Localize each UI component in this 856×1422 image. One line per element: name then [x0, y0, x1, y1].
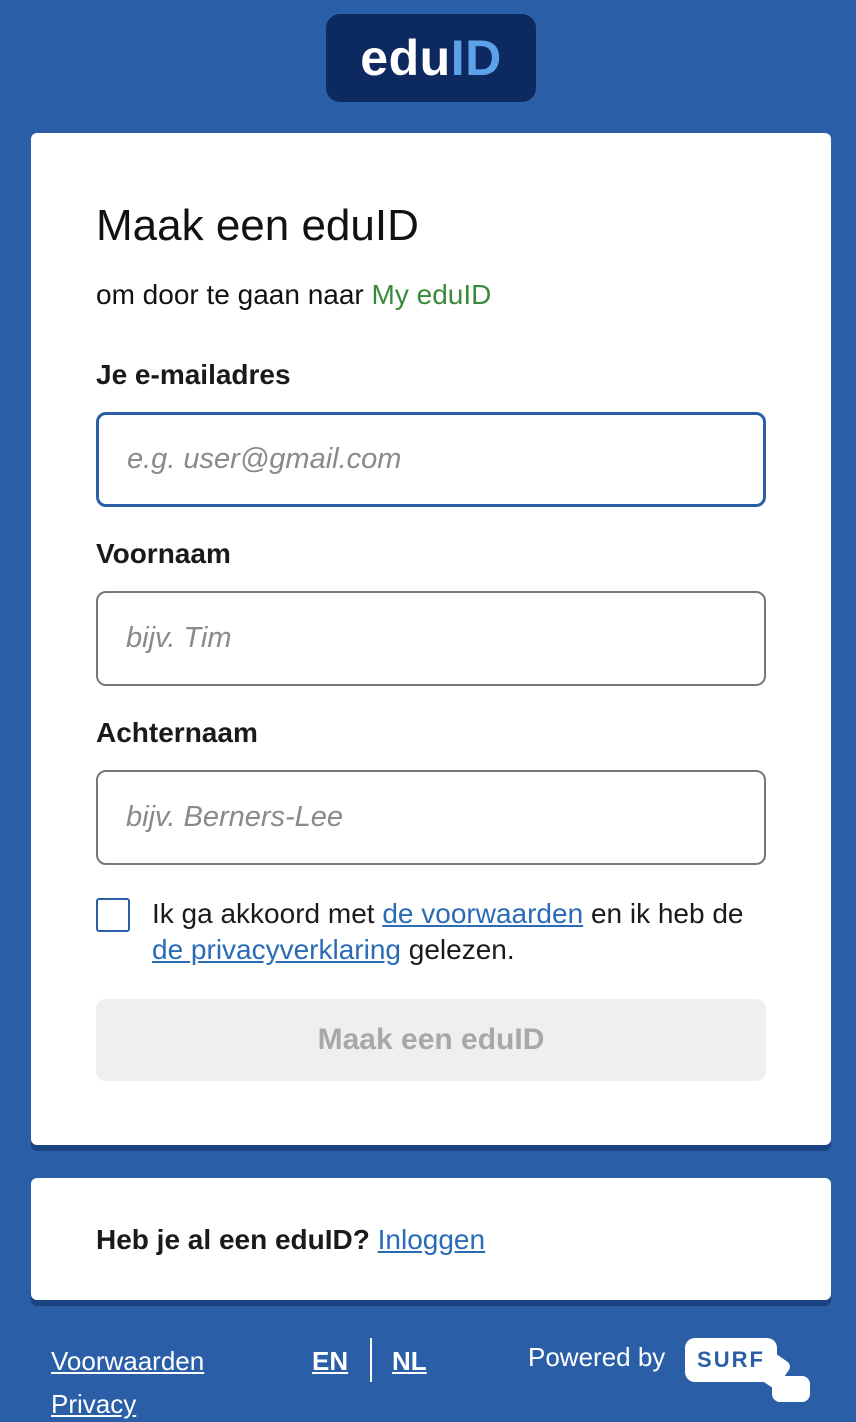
surf-logo-tail [772, 1376, 810, 1402]
page-subtitle: om door te gaan naar My eduID [96, 279, 491, 311]
eduid-logo: edu ID [326, 14, 536, 102]
login-link[interactable]: Inloggen [378, 1224, 485, 1255]
footer-privacy-link[interactable]: Privacy [51, 1389, 136, 1420]
consent-text-2: en ik heb de [590, 898, 744, 929]
logo-edu-text: edu [360, 30, 451, 86]
login-card: Heb je al een eduID? Inloggen [31, 1178, 831, 1300]
language-nl-link[interactable]: NL [392, 1346, 427, 1377]
lastname-label: Achternaam [96, 717, 258, 748]
email-label: Je e-mailadres [96, 359, 291, 390]
logo-id-text: ID [450, 30, 502, 86]
login-prompt: Heb je al een eduID? Inloggen [96, 1224, 485, 1256]
signup-card: Maak een eduID om door te gaan naar My e… [31, 133, 831, 1145]
firstname-field[interactable] [96, 591, 766, 686]
subtitle-prefix: om door te gaan naar [96, 279, 364, 310]
login-prompt-text: Heb je al een eduID? [96, 1224, 370, 1255]
footer-terms-link[interactable]: Voorwaarden [51, 1346, 204, 1377]
page-title: Maak een eduID [96, 201, 419, 250]
consent-text: Ik ga akkoord met de voorwaarden en ik h… [152, 896, 772, 968]
powered-by-text: Powered by [528, 1342, 666, 1372]
consent-text-3: gelezen. [408, 934, 515, 965]
consent-text-1: Ik ga akkoord met [152, 898, 375, 929]
email-field[interactable] [96, 412, 766, 507]
create-eduid-button[interactable]: Maak een eduID [96, 999, 766, 1081]
surf-logo[interactable]: SURF [685, 1338, 777, 1382]
terms-link[interactable]: de voorwaarden [382, 898, 583, 929]
language-en-link[interactable]: EN [312, 1346, 348, 1377]
privacy-link[interactable]: de privacyverklaring [152, 934, 401, 965]
lastname-field[interactable] [96, 770, 766, 865]
subtitle-app-name: My eduID [371, 279, 492, 310]
consent-checkbox[interactable] [96, 898, 130, 932]
language-divider [370, 1338, 372, 1382]
firstname-label: Voornaam [96, 538, 231, 569]
